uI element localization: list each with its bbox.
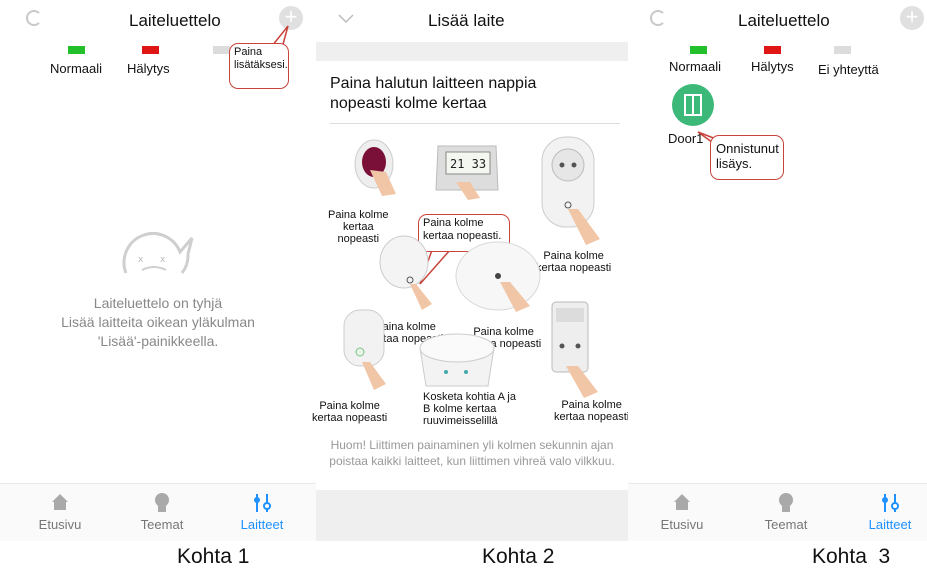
step-caption-1: Kohta 1 — [177, 545, 250, 568]
wall-plug-device-image — [551, 301, 598, 398]
label-line: kertaa nopeasti — [312, 412, 388, 424]
add-device-button[interactable]: + — [900, 6, 924, 30]
tab-themes[interactable]: Teemat — [746, 484, 826, 542]
label-line: Paina kolme — [319, 400, 380, 412]
tab-themes-label: Teemat — [764, 517, 808, 532]
tab-devices-label: Laitteet — [240, 517, 284, 532]
home-icon — [52, 494, 68, 510]
bulb-icon — [779, 493, 793, 512]
footer-area — [316, 490, 628, 541]
empty-message: Laiteluettelo on tyhjä Lisää laitteita o… — [0, 294, 316, 351]
label-wall-plug: Paina kolme kertaa nopeasti — [554, 399, 629, 423]
tab-home[interactable]: Etusivu — [20, 484, 100, 542]
label-line: ruuvimeisselillä — [423, 415, 498, 427]
tab-home-label: Etusivu — [660, 517, 704, 532]
instruction-composite: Laiteluettelo + Normaali Hälytys Paina l… — [0, 0, 927, 573]
door-sensor-device-image — [379, 235, 432, 310]
empty-face-icon: x x — [122, 232, 194, 274]
chevron-down-icon[interactable] — [338, 14, 354, 24]
legend-normal-swatch — [68, 46, 85, 54]
refresh-icon[interactable] — [650, 10, 666, 26]
legend-alarm-label: Hälytys — [127, 61, 170, 76]
tab-devices-label: Laitteet — [868, 517, 912, 532]
legend-offline-label: Ei yhteyttä — [818, 62, 879, 77]
page-title: Laiteluettelo — [738, 11, 830, 30]
sliders-icon — [882, 494, 899, 512]
note-line-2: poistaa kaikki laitteet, kun liittimen v… — [329, 454, 615, 468]
header: Lisää laite — [316, 0, 628, 42]
round-sensor-device-image — [455, 241, 541, 312]
heading-line-1: Paina halutun laitteen nappia — [330, 75, 537, 92]
page-title: Lisää laite — [428, 11, 505, 30]
empty-line-3: 'Lisää'-painikkeella. — [97, 333, 219, 349]
empty-line-1: Laiteluettelo on tyhjä — [93, 295, 223, 311]
svg-text:x: x — [160, 255, 166, 265]
svg-text:x: x — [138, 255, 144, 265]
label-line: Kosketa kohtia A ja — [423, 391, 516, 403]
door-icon — [684, 94, 702, 116]
step-caption-3: Kohta 3 — [812, 545, 891, 568]
tab-devices[interactable]: Laitteet — [850, 484, 927, 542]
legend-normal-label: Normaali — [669, 59, 722, 74]
heading-line-2: nopeasti kolme kertaa — [330, 95, 487, 112]
legend-normal-label: Normaali — [50, 61, 103, 76]
tab-themes-label: Teemat — [140, 517, 184, 532]
device-list-empty-screen: Laiteluettelo + Normaali Hälytys Paina l… — [0, 0, 316, 541]
legend-normal-swatch — [690, 46, 707, 54]
label-small-sensor: Paina kolme kertaa nopeasti — [312, 400, 387, 424]
label-smart-plug: Paina kolme kertaa nopeasti — [536, 250, 611, 274]
smart-plug-device-image — [541, 136, 600, 245]
header-separator — [316, 42, 628, 61]
small-sensor-device-image — [343, 309, 386, 390]
empty-line-2: Lisää laitteita oikean yläkulman — [61, 314, 255, 330]
door1-device-button[interactable] — [672, 84, 714, 126]
tab-devices[interactable]: Laitteet — [222, 484, 302, 542]
bulb-icon — [155, 493, 169, 512]
label-line: kertaa nopeasti — [554, 411, 630, 423]
tab-home[interactable]: Etusivu — [642, 484, 722, 542]
tab-home-label: Etusivu — [38, 517, 82, 532]
divider — [330, 123, 620, 124]
refresh-icon[interactable] — [26, 10, 42, 26]
label-scale: Kosketa kohtia A ja B kolme kertaa ruuvi… — [423, 391, 516, 427]
tab-bar: Etusivu Teemat Laitteet — [0, 483, 316, 541]
scale-device-image — [419, 333, 495, 387]
callout-line: Paina kolme — [423, 217, 484, 229]
panic-button-device-image — [354, 139, 396, 196]
note-line-1: Huom! Liittimen painaminen yli kolmen se… — [330, 438, 614, 452]
add-hint-callout: Paina lisätäksesi. — [229, 43, 289, 89]
label-line: B kolme kertaa — [423, 403, 497, 415]
device-list-screen: Laiteluettelo + Normaali Hälytys Ei yhte… — [628, 0, 927, 541]
label-line: Paina kolme — [328, 209, 389, 221]
legend-offline-swatch — [834, 46, 851, 54]
success-callout: Onnistunut lisäys. — [710, 135, 784, 180]
add-device-screen: Lisää laite Paina halutun laitteen nappi… — [312, 0, 629, 541]
home-icon — [674, 494, 690, 510]
reset-note: Huom! Liittimen painaminen yli kolmen se… — [316, 437, 628, 469]
instruction-heading: Paina halutun laitteen nappia nopeasti k… — [330, 74, 536, 114]
step-caption-2: Kohta 2 — [482, 545, 555, 568]
tab-themes[interactable]: Teemat — [122, 484, 202, 542]
header: Laiteluettelo + — [628, 0, 927, 42]
label-line: Paina kolme — [543, 250, 604, 262]
label-line: Paina kolme — [561, 399, 622, 411]
sliders-icon — [254, 494, 271, 512]
legend-alarm-swatch — [764, 46, 781, 54]
clock-display-text: 21 33 — [450, 157, 486, 171]
page-title: Laiteluettelo — [129, 11, 221, 30]
legend-alarm-label: Hälytys — [751, 59, 794, 74]
display-sensor-device-image: 21 33 — [435, 145, 499, 200]
tab-bar: Etusivu Teemat Laitteet — [628, 483, 927, 541]
legend-alarm-swatch — [142, 46, 159, 54]
label-line: kertaa nopeasti — [536, 262, 612, 274]
